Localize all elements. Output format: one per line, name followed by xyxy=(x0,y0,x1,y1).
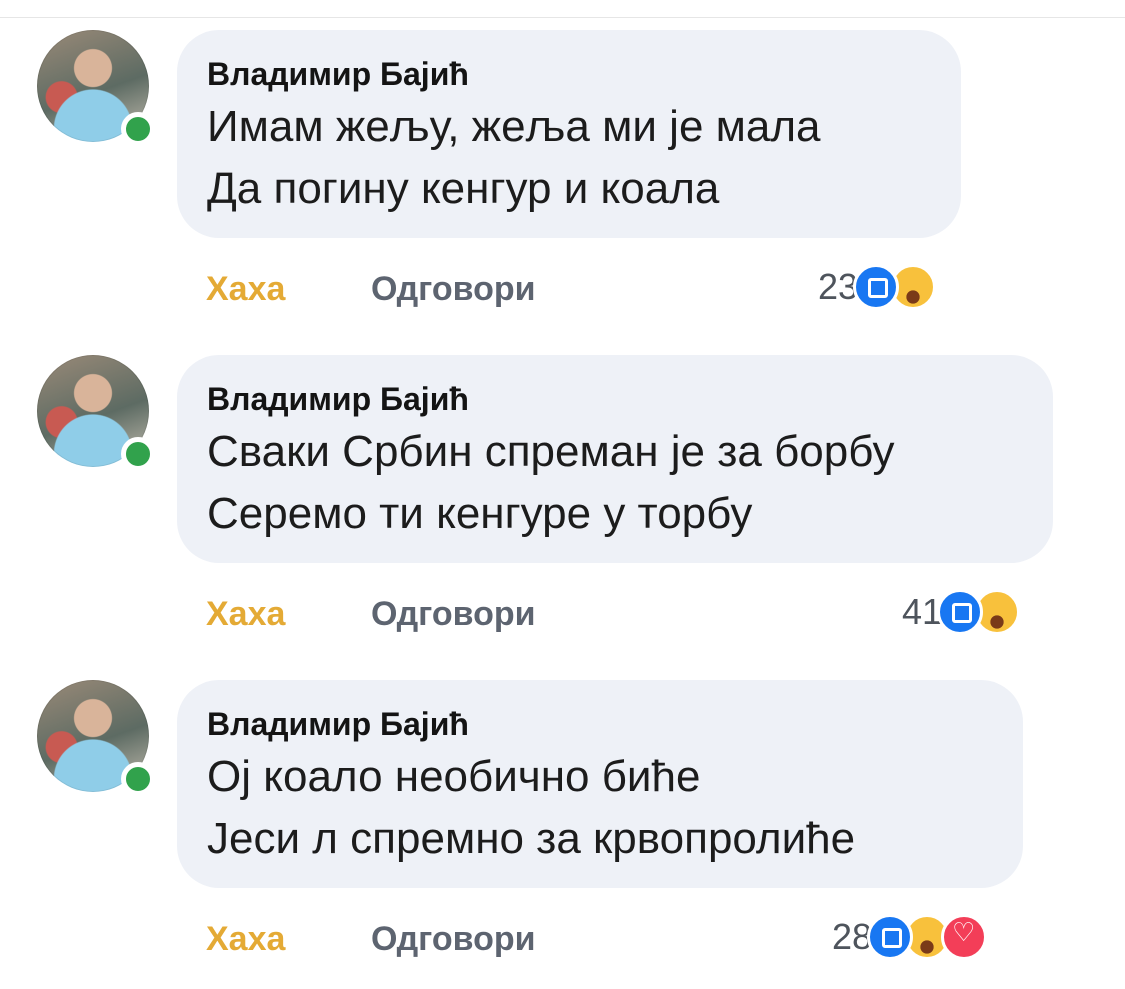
comment-text-line: Серемо ти кенгуре у торбу xyxy=(207,489,753,538)
reaction-count: 23 xyxy=(818,266,859,307)
online-status-icon xyxy=(121,112,155,146)
like-icon xyxy=(937,589,984,635)
comment-actions: Хаха Одговори 28 xyxy=(0,914,1125,970)
like-icon xyxy=(867,914,914,960)
reaction-count: 41 xyxy=(902,591,943,632)
comment-bubble: Владимир Бајић Имам жељу, жеља ми је мал… xyxy=(177,30,961,238)
comment-text-line: Јеси л спремно за крвопролиће xyxy=(207,814,856,863)
reaction-summary[interactable]: 28 xyxy=(832,914,988,960)
reaction-summary[interactable]: 23 xyxy=(818,264,937,310)
comment-text-line: Ој коало необично биће xyxy=(207,752,701,801)
comment-bubble: Владимир Бајић Сваки Србин спреман је за… xyxy=(177,355,1053,563)
online-status-icon xyxy=(121,762,155,796)
comment-actions: Хаха Одговори 23 xyxy=(0,264,1125,320)
author-name[interactable]: Владимир Бајић xyxy=(207,381,469,418)
haha-reaction-button[interactable]: Хаха xyxy=(206,270,285,309)
online-status-icon xyxy=(121,437,155,471)
reaction-summary[interactable]: 41 xyxy=(902,589,1021,635)
author-name[interactable]: Владимир Бајић xyxy=(207,706,469,743)
comment-text-line: Имам жељу, жеља ми је мала xyxy=(207,102,821,151)
comment-text-line: Да погину кенгур и коала xyxy=(207,164,720,213)
top-divider xyxy=(0,17,1125,18)
haha-reaction-button[interactable]: Хаха xyxy=(206,920,285,959)
reply-button[interactable]: Одговори xyxy=(371,595,536,634)
comment-actions: Хаха Одговори 41 xyxy=(0,589,1125,645)
comment-text-line: Сваки Србин спреман је за борбу xyxy=(207,427,895,476)
like-icon xyxy=(853,264,900,310)
love-icon xyxy=(941,914,988,960)
reaction-count: 28 xyxy=(832,916,873,957)
reply-button[interactable]: Одговори xyxy=(371,270,536,309)
haha-reaction-button[interactable]: Хаха xyxy=(206,595,285,634)
author-name[interactable]: Владимир Бајић xyxy=(207,56,469,93)
comment-bubble: Владимир Бајић Ој коало необично биће Је… xyxy=(177,680,1023,888)
reply-button[interactable]: Одговори xyxy=(371,920,536,959)
